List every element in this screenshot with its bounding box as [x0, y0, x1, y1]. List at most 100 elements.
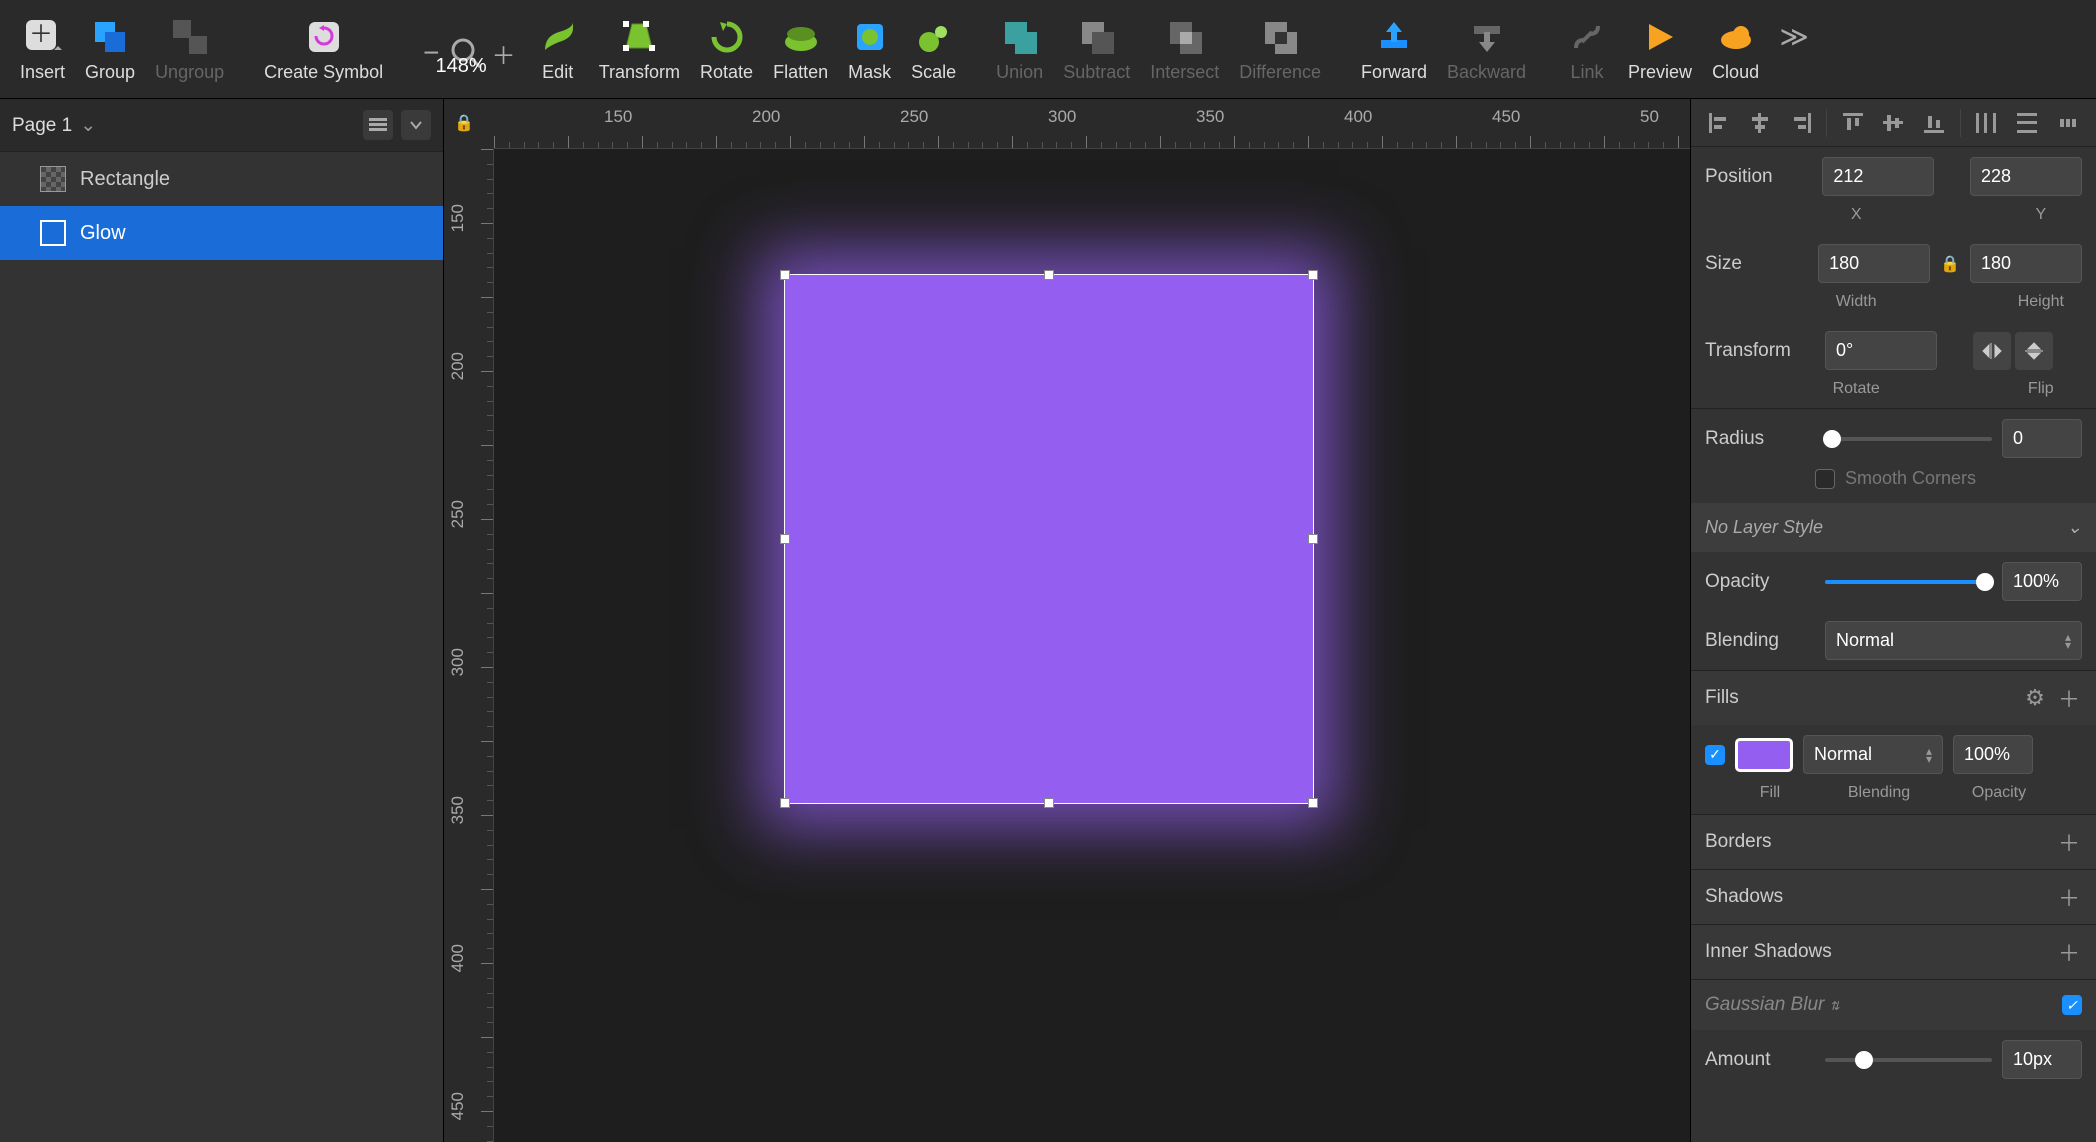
opacity-label: Opacity	[1705, 571, 1815, 593]
gaussian-blur-section[interactable]: Gaussian Blur ⇅ ✓	[1691, 979, 2096, 1030]
subtract-button[interactable]: Subtract	[1063, 16, 1130, 83]
distribute-spacing-icon[interactable]	[2053, 108, 2083, 138]
transform-button[interactable]: Transform	[599, 16, 680, 83]
insert-button[interactable]: ＋ Insert	[20, 16, 65, 83]
width-input[interactable]	[1818, 244, 1930, 283]
edit-button[interactable]: Edit	[537, 16, 579, 83]
layer-style-dropdown[interactable]: No Layer Style ⌄	[1691, 503, 2096, 552]
rotate-button[interactable]: Rotate	[700, 16, 753, 83]
rotate-input[interactable]	[1825, 331, 1937, 370]
smooth-corners-checkbox[interactable]	[1815, 469, 1835, 489]
overflow-button[interactable]: ≫	[1773, 16, 1815, 83]
backward-button[interactable]: Backward	[1447, 16, 1526, 83]
align-row	[1691, 99, 2096, 147]
fill-enabled-checkbox[interactable]: ✓	[1705, 745, 1725, 765]
opacity-input[interactable]	[2002, 562, 2082, 601]
intersect-icon	[1166, 18, 1204, 56]
forward-button[interactable]: Forward	[1361, 16, 1427, 83]
union-icon	[1001, 18, 1039, 56]
blending-select[interactable]: Normal ▴▾	[1825, 621, 2082, 660]
fill-blend-select[interactable]: Normal ▴▾	[1803, 735, 1943, 774]
smooth-corners-label: Smooth Corners	[1845, 468, 1976, 489]
link-icon	[1568, 18, 1606, 56]
flatten-icon	[782, 18, 820, 56]
radius-slider[interactable]	[1825, 437, 1992, 441]
intersect-button[interactable]: Intersect	[1150, 16, 1219, 83]
backward-icon	[1468, 18, 1506, 56]
fill-opacity-input[interactable]	[1953, 735, 2033, 774]
position-x-input[interactable]	[1822, 157, 1934, 196]
preview-icon	[1641, 18, 1679, 56]
distribute-h-icon[interactable]	[1971, 108, 2001, 138]
chevron-down-icon: ⌄	[80, 115, 96, 136]
group-button[interactable]: Group	[85, 16, 135, 83]
flatten-button[interactable]: Flatten	[773, 16, 828, 83]
scale-button[interactable]: Scale	[911, 16, 956, 83]
zoom-in-icon[interactable]: ＋	[492, 36, 516, 71]
zoom-level: 148%	[436, 55, 487, 78]
add-shadow-icon[interactable]: ＋	[2056, 884, 2082, 910]
ruler-vertical[interactable]: 150 200 250 300 350 400 450	[444, 149, 494, 1142]
svg-text:＋: ＋	[29, 21, 53, 48]
fills-section: Fills ⚙ ＋	[1691, 670, 2096, 725]
add-inner-shadow-icon[interactable]: ＋	[2056, 939, 2082, 965]
add-fill-icon[interactable]: ＋	[2056, 685, 2082, 711]
size-label: Size	[1705, 253, 1808, 275]
gear-icon[interactable]: ⚙	[2022, 685, 2048, 711]
amount-input[interactable]	[2002, 1040, 2082, 1079]
distribute-v-icon[interactable]	[2012, 108, 2042, 138]
ruler-horizontal[interactable]: 150 200 250 300 350 400 450 50	[494, 99, 1690, 149]
create-symbol-icon	[305, 18, 343, 56]
gaussian-enabled-checkbox[interactable]: ✓	[2062, 995, 2082, 1015]
align-right-icon[interactable]	[1786, 108, 1816, 138]
chevron-right-icon: ≫	[1773, 16, 1815, 58]
align-left-icon[interactable]	[1704, 108, 1734, 138]
layer-thumbnail	[40, 166, 66, 192]
radius-input[interactable]	[2002, 419, 2082, 458]
dropdown-icon[interactable]	[401, 110, 431, 140]
difference-button[interactable]: Difference	[1239, 16, 1321, 83]
layers-panel: Page 1⌄ Rectangle Glow	[0, 99, 444, 1142]
fill-color-swatch[interactable]	[1735, 738, 1793, 772]
align-top-icon[interactable]	[1838, 108, 1868, 138]
layer-rectangle[interactable]: Rectangle	[0, 152, 443, 206]
height-input[interactable]	[1970, 244, 2082, 283]
align-center-v-icon[interactable]	[1878, 108, 1908, 138]
chevron-updown-icon: ▴▾	[2065, 633, 2071, 649]
glow-rectangle[interactable]	[784, 274, 1314, 804]
create-symbol-button[interactable]: Create Symbol	[264, 16, 383, 83]
chevron-down-icon: ⌄	[2067, 517, 2082, 538]
layer-glow[interactable]: Glow	[0, 206, 443, 260]
add-border-icon[interactable]: ＋	[2056, 829, 2082, 855]
position-y-input[interactable]	[1970, 157, 2082, 196]
list-view-icon[interactable]	[363, 110, 393, 140]
canvas[interactable]	[494, 149, 1690, 1142]
group-icon	[91, 18, 129, 56]
chevron-updown-icon: ▴▾	[1926, 747, 1932, 763]
scale-icon	[915, 18, 953, 56]
align-bottom-icon[interactable]	[1919, 108, 1949, 138]
mask-icon	[851, 18, 889, 56]
toolbar: ＋ Insert Group Ungroup Create Symbol − ＋…	[0, 0, 2096, 99]
size-lock-icon[interactable]: 🔒	[1940, 254, 1960, 274]
canvas-area: 🔒 150 200 250 300 350 400 450 50 150 200…	[444, 99, 1690, 1142]
cloud-button[interactable]: Cloud	[1712, 16, 1759, 83]
borders-section: Borders ＋	[1691, 814, 2096, 869]
inspector-panel: Position XY Size 🔒 WidthHeight Transform…	[1690, 99, 2096, 1142]
align-center-h-icon[interactable]	[1745, 108, 1775, 138]
link-button[interactable]: Link	[1566, 16, 1608, 83]
amount-slider[interactable]	[1825, 1058, 1992, 1062]
cloud-icon	[1717, 18, 1755, 56]
lock-icon[interactable]: 🔒	[454, 113, 474, 133]
preview-button[interactable]: Preview	[1628, 16, 1692, 83]
ungroup-button[interactable]: Ungroup	[155, 16, 224, 83]
page-selector[interactable]: Page 1⌄	[0, 99, 443, 152]
flip-vertical-button[interactable]	[2015, 332, 2053, 370]
union-button[interactable]: Union	[996, 16, 1043, 83]
flip-horizontal-button[interactable]	[1973, 332, 2011, 370]
blending-label: Blending	[1705, 630, 1815, 652]
mask-button[interactable]: Mask	[848, 16, 891, 83]
opacity-slider[interactable]	[1825, 580, 1992, 584]
amount-label: Amount	[1705, 1049, 1815, 1071]
edit-icon	[539, 18, 577, 56]
